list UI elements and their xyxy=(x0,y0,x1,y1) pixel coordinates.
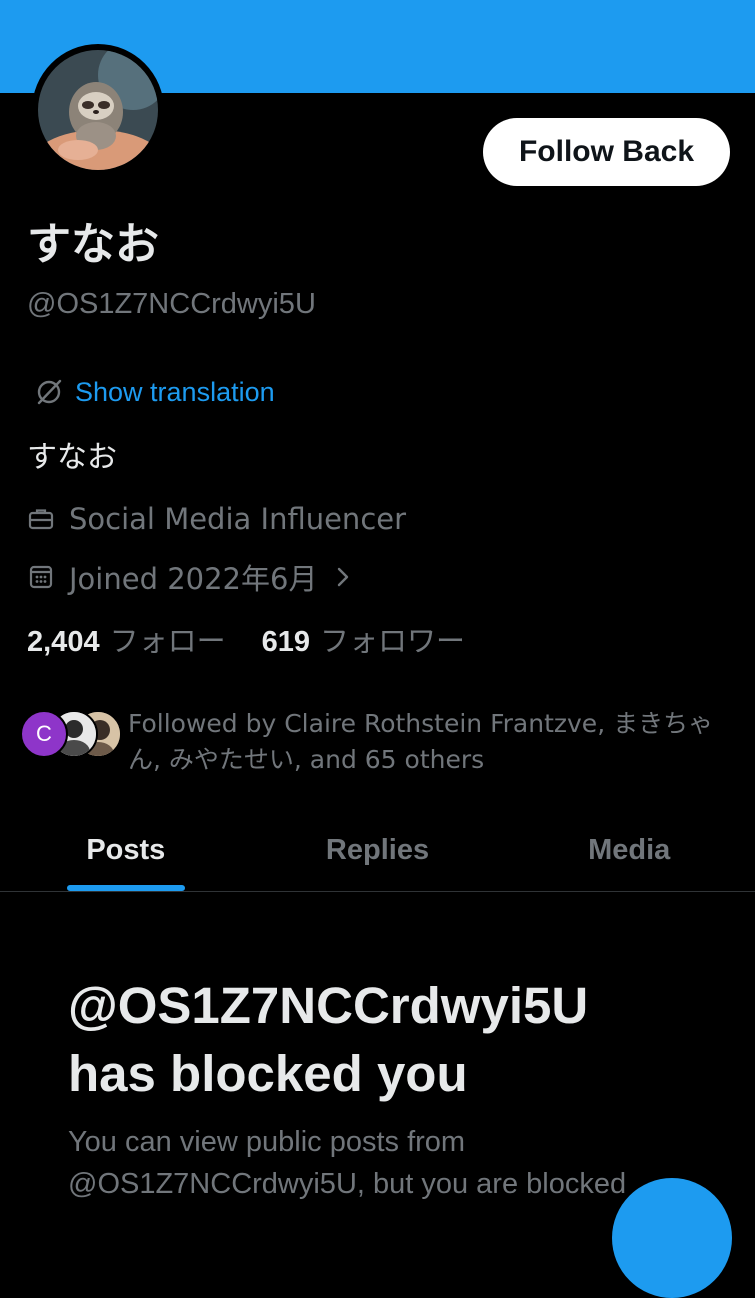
follow-back-button[interactable]: Follow Back xyxy=(483,118,730,186)
tab-replies-label: Replies xyxy=(325,834,430,866)
following-link[interactable]: 2,404 フォロー xyxy=(27,618,226,660)
tab-media[interactable]: Media xyxy=(503,810,755,891)
compose-post-button[interactable] xyxy=(612,1178,732,1298)
tab-posts[interactable]: Posts xyxy=(0,810,252,891)
followed-by-avatars: C xyxy=(20,706,122,758)
profile-category: Social Media Influencer xyxy=(27,502,406,536)
blocked-heading: @OS1Z7NCCrdwyi5U has blocked you xyxy=(68,972,708,1108)
display-name: すなお xyxy=(27,219,159,270)
followers-link[interactable]: 619 フォロワー xyxy=(262,618,465,660)
blocked-heading-handle: @OS1Z7NCCrdwyi5U xyxy=(68,977,589,1034)
profile-bio: すなお xyxy=(27,440,117,475)
avatar-image xyxy=(38,50,158,170)
calendar-icon xyxy=(27,563,55,591)
show-translation-link[interactable]: Show translation xyxy=(33,376,275,408)
tab-posts-label: Posts xyxy=(86,834,166,866)
tab-media-label: Media xyxy=(588,834,671,866)
profile-joined-label: Joined 2022年6月 xyxy=(69,562,318,596)
profile-tabs: Posts Replies Media xyxy=(0,810,755,892)
translate-globe-icon xyxy=(33,376,65,408)
followed-by[interactable]: C Followed by Claire Rothstein Frantzve,… xyxy=(20,706,735,778)
blocked-description: You can view public posts from @OS1Z7NCC… xyxy=(68,1126,627,1200)
profile-avatar[interactable] xyxy=(32,44,164,176)
briefcase-icon xyxy=(27,505,55,533)
blocked-heading-text: has blocked you xyxy=(68,1045,468,1102)
active-tab-indicator xyxy=(67,885,185,891)
followed-by-text: Followed by Claire Rothstein Frantzve, ま… xyxy=(128,709,714,774)
following-label: フォロー xyxy=(109,624,226,658)
profile-category-label: Social Media Influencer xyxy=(69,502,407,536)
following-count: 2,404 xyxy=(27,626,100,658)
profile-handle: @OS1Z7NCCrdwyi5U xyxy=(27,288,316,320)
follower-avatar: C xyxy=(20,710,68,758)
follow-stats: 2,404 フォロー 619 フォロワー xyxy=(27,618,465,660)
profile-joined-date[interactable]: Joined 2022年6月 xyxy=(27,556,353,598)
followers-label: フォロワー xyxy=(319,624,465,658)
show-translation-label: Show translation xyxy=(75,376,275,407)
tab-replies[interactable]: Replies xyxy=(252,810,504,891)
chevron-right-icon xyxy=(333,565,353,589)
followers-count: 619 xyxy=(261,626,310,658)
